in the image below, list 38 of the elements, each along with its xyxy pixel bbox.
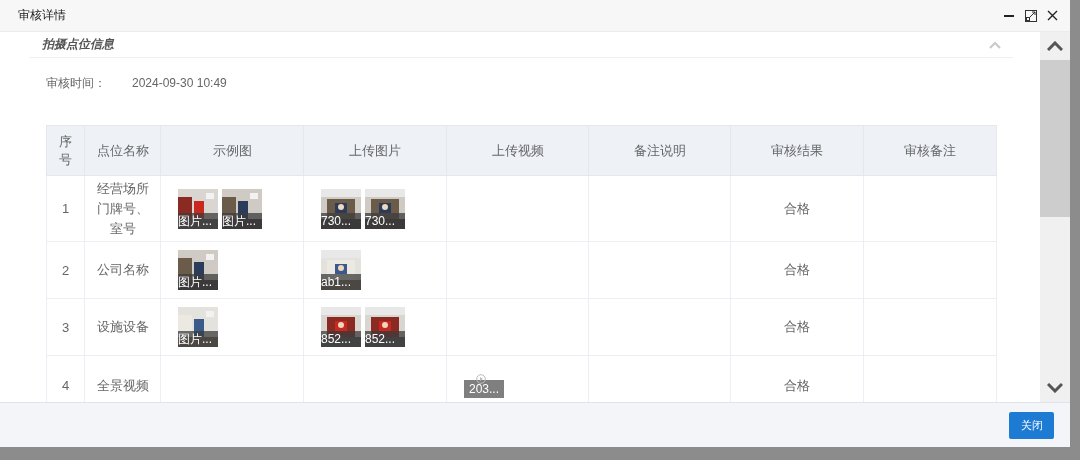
column-header: 上传视频 xyxy=(446,125,589,176)
table-cell: 合格 xyxy=(784,319,810,334)
column-header: 审核结果 xyxy=(730,125,864,176)
thumbnail-caption: 图片... xyxy=(178,331,218,347)
scrollbar-thumb[interactable] xyxy=(1040,60,1070,217)
table-cell: 4 xyxy=(61,378,70,393)
play-icon[interactable] xyxy=(476,374,486,384)
thumbnail-caption: 852... xyxy=(365,331,405,347)
window-title: 审核详情 xyxy=(18,7,66,24)
table-cell: 合格 xyxy=(784,200,810,216)
thumbnail-caption: 图片... xyxy=(178,274,218,290)
scrollbar[interactable] xyxy=(1040,32,1070,402)
audit-time-label: 审核时间： xyxy=(46,76,106,90)
scroll-down-icon[interactable] xyxy=(1047,383,1063,393)
column-header: 备注说明 xyxy=(588,125,731,176)
table-cell: 合格 xyxy=(784,262,810,277)
scroll-up-icon[interactable] xyxy=(1047,41,1063,51)
table-cell: 1 xyxy=(61,201,70,216)
table-cell: 合格 xyxy=(784,377,810,393)
thumbnail-caption: ab1... xyxy=(321,274,361,290)
close-icon[interactable] xyxy=(1047,10,1058,21)
table-cell-text: 设施设备 xyxy=(96,318,149,336)
table-cell-text: 经营场所门牌号、室号 xyxy=(95,179,150,238)
column-header: 上传图片 xyxy=(303,125,447,176)
video-caption[interactable]: 203... xyxy=(464,380,504,398)
table-cell: 2 xyxy=(61,262,70,278)
column-header: 示例图 xyxy=(160,125,304,176)
table-cell: 3 xyxy=(61,319,70,335)
table-cell-text: 公司名称 xyxy=(96,261,149,279)
audit-time-value: 2024-09-30 10:49 xyxy=(132,76,227,90)
column-header: 点位名称 xyxy=(84,125,161,176)
column-header: 序号 xyxy=(46,125,85,176)
table-cell-text: 全景视频 xyxy=(96,376,149,395)
column-header: 审核备注 xyxy=(863,125,997,176)
close-button[interactable]: 关闭 xyxy=(1009,411,1054,439)
maximize-icon[interactable] xyxy=(1025,9,1037,22)
thumbnail-caption: 852... xyxy=(321,331,361,347)
section-title: 拍摄点位信息 xyxy=(42,36,114,53)
